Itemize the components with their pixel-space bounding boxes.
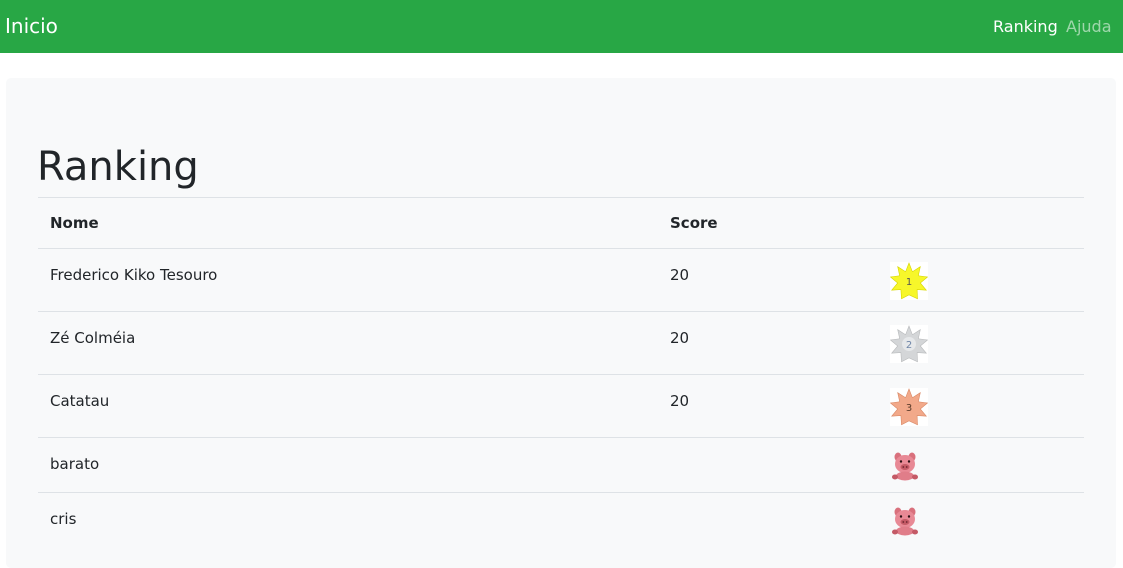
player-name: cris [38, 492, 658, 547]
column-header-icon [878, 197, 1084, 249]
nav-ranking-link[interactable]: Ranking [993, 16, 1058, 38]
pig-icon [892, 452, 918, 481]
page-title: Ranking [37, 144, 199, 190]
svg-text:3: 3 [906, 403, 912, 414]
player-score [658, 492, 878, 547]
silver-medal-icon: 2 [889, 325, 929, 363]
player-score: 20 [658, 311, 878, 375]
table-header-row: Nome Score [38, 197, 1084, 249]
table-row: Frederico Kiko Tesouro 20 1 [38, 248, 1084, 312]
svg-text:2: 2 [906, 340, 912, 351]
player-score: 20 [658, 374, 878, 438]
gold-medal-icon: 1 [889, 262, 929, 300]
nav-ajuda-link[interactable]: Ajuda [1066, 16, 1112, 38]
column-header-score: Score [658, 197, 878, 249]
table-row: Catatau 20 3 [38, 374, 1084, 438]
table-row: cris [38, 492, 1084, 547]
player-name: Frederico Kiko Tesouro [38, 248, 658, 312]
brand-link[interactable]: Inicio [5, 13, 58, 40]
player-name: Catatau [38, 374, 658, 438]
player-name: barato [38, 437, 658, 493]
table-row: Zé Colméia 20 2 [38, 311, 1084, 375]
svg-text:1: 1 [906, 277, 912, 288]
column-header-name: Nome [38, 197, 658, 249]
player-score: 20 [658, 248, 878, 312]
player-name: Zé Colméia [38, 311, 658, 375]
player-score [658, 437, 878, 493]
navbar: Inicio Ranking Ajuda [0, 0, 1123, 53]
bronze-medal-icon: 3 [889, 388, 929, 426]
ranking-table: Nome Score Frederico Kiko Tesouro 20 1 Z… [38, 197, 1084, 547]
pig-icon [892, 507, 918, 536]
ranking-panel: Ranking Nome Score Frederico Kiko Tesour… [6, 78, 1116, 568]
table-row: barato [38, 437, 1084, 493]
